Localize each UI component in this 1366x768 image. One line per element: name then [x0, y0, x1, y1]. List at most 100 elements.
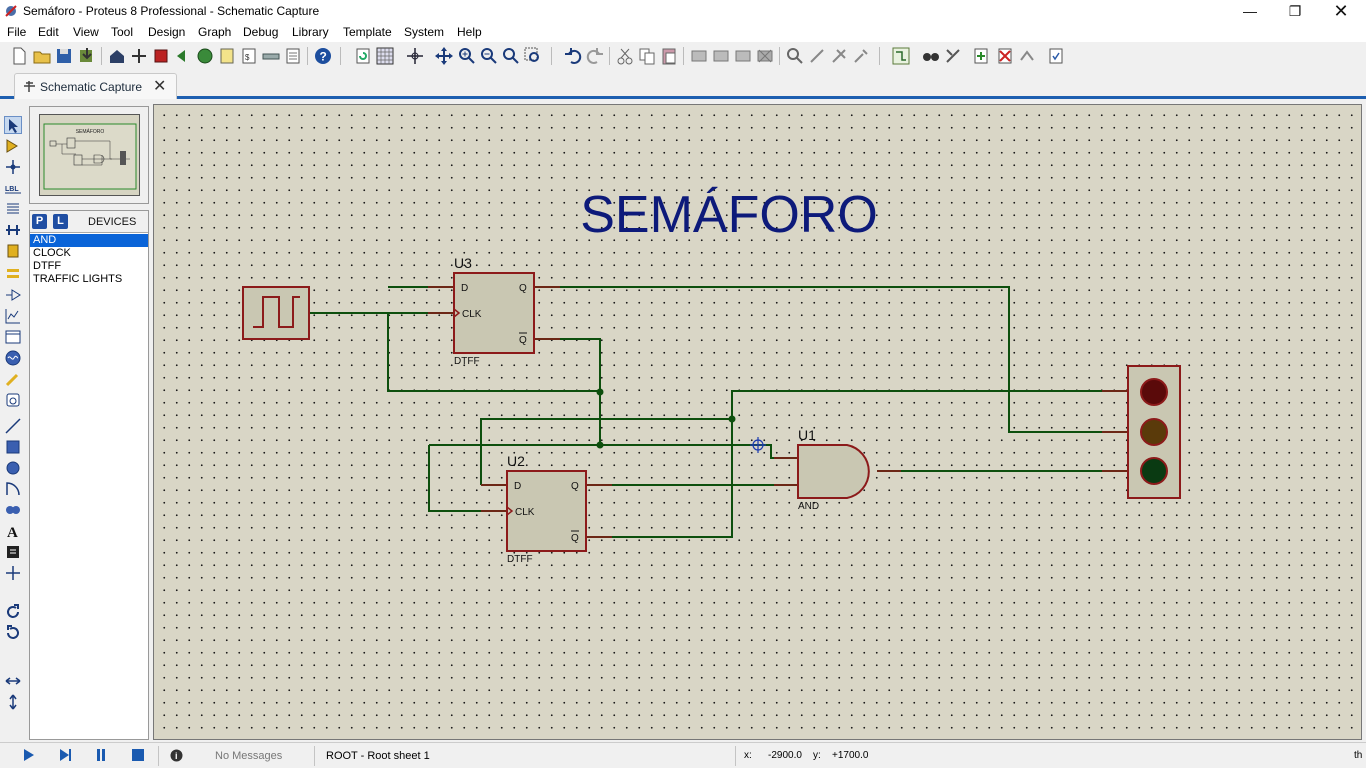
search-tag-icon[interactable] — [921, 46, 941, 66]
circle-tool-icon[interactable] — [4, 459, 22, 477]
home-icon[interactable] — [107, 46, 127, 66]
virtual-instruments-mode-icon[interactable] — [4, 391, 22, 409]
open-folder-icon[interactable] — [32, 46, 52, 66]
menu-tool[interactable]: Tool — [111, 25, 133, 39]
cut-icon[interactable] — [615, 46, 635, 66]
menu-system[interactable]: System — [404, 25, 444, 39]
arc-tool-icon[interactable] — [4, 480, 22, 498]
zoom-area-icon[interactable] — [523, 46, 543, 66]
remove-sheet-icon[interactable] — [995, 46, 1015, 66]
step-icon[interactable] — [58, 748, 72, 762]
marker-tool-icon[interactable] — [4, 564, 22, 582]
source-code-icon[interactable] — [261, 46, 281, 66]
zoom-in-icon[interactable] — [457, 46, 477, 66]
device-pins-mode-icon[interactable] — [4, 286, 22, 304]
block-rotate-icon[interactable] — [733, 46, 753, 66]
menu-help[interactable]: Help — [457, 25, 482, 39]
flip-flop-u2[interactable]: U2 D CLK Q Q DTFF — [481, 453, 612, 565]
design-explorer-icon[interactable] — [217, 46, 237, 66]
pick-devices-button[interactable]: P — [32, 214, 47, 229]
refresh-icon[interactable] — [353, 46, 373, 66]
mirror-vertical-icon[interactable] — [4, 693, 22, 711]
copy-icon[interactable] — [637, 46, 657, 66]
menu-template[interactable]: Template — [343, 25, 392, 39]
device-item-and[interactable]: AND — [30, 234, 148, 247]
wire-u3-q-to-yellow[interactable] — [534, 286, 1128, 433]
symbol-tool-icon[interactable] — [4, 543, 22, 561]
units-status[interactable]: th — [1354, 750, 1362, 761]
3d-visualizer-icon[interactable] — [173, 46, 193, 66]
help-icon[interactable]: ? — [313, 46, 333, 66]
property-assignment-icon[interactable] — [943, 46, 963, 66]
redo-icon[interactable] — [585, 46, 605, 66]
undo-icon[interactable] — [563, 46, 583, 66]
clock-generator[interactable] — [242, 286, 310, 340]
menu-edit[interactable]: Edit — [38, 25, 59, 39]
gerber-viewer-icon[interactable] — [195, 46, 215, 66]
and-gate-u1[interactable]: U1 AND — [774, 427, 901, 512]
rotate-clockwise-icon[interactable] — [4, 603, 22, 621]
decompose-icon[interactable] — [851, 46, 871, 66]
new-file-icon[interactable] — [9, 46, 29, 66]
wire-label-mode-icon[interactable]: LBL — [4, 179, 22, 197]
schematic-icon[interactable] — [129, 46, 149, 66]
device-item-traffic-lights[interactable]: TRAFFIC LIGHTS — [30, 273, 148, 286]
junction-dot[interactable] — [728, 415, 736, 423]
wire-autorouter-icon[interactable] — [891, 46, 911, 66]
flip-flop-u3[interactable]: U3 D CLK Q Q DTFF — [428, 255, 560, 367]
menu-view[interactable]: View — [73, 25, 99, 39]
path-tool-icon[interactable] — [4, 501, 22, 519]
junction-dot[interactable] — [596, 441, 604, 449]
device-item-dtff[interactable]: DTFF — [30, 260, 148, 273]
notes-icon[interactable] — [283, 46, 303, 66]
junction-dot[interactable] — [596, 388, 604, 396]
voltage-probe-mode-icon[interactable] — [4, 370, 22, 388]
junction-dot-mode-icon[interactable] — [4, 158, 22, 176]
pcb-layout-icon[interactable] — [151, 46, 171, 66]
zoom-out-icon[interactable] — [479, 46, 499, 66]
make-device-icon[interactable] — [807, 46, 827, 66]
line-tool-icon[interactable] — [4, 417, 22, 435]
minimize-button[interactable]: — — [1227, 0, 1273, 22]
pan-icon[interactable] — [434, 46, 454, 66]
close-button[interactable]: ✕ — [1318, 0, 1364, 22]
electrical-rule-check-icon[interactable] — [1046, 46, 1066, 66]
menu-library[interactable]: Library — [292, 25, 329, 39]
graph-mode-icon[interactable] — [4, 307, 22, 325]
exit-to-parent-icon[interactable] — [1017, 46, 1037, 66]
paste-icon[interactable] — [659, 46, 679, 66]
rotate-anticlockwise-icon[interactable] — [4, 624, 22, 642]
play-icon[interactable] — [21, 748, 35, 762]
menu-design[interactable]: Design — [148, 25, 185, 39]
buses-mode-icon[interactable] — [4, 221, 22, 239]
tab-schematic-capture[interactable]: Schematic Capture ✕ — [14, 73, 177, 99]
generator-mode-icon[interactable] — [4, 349, 22, 367]
selection-mode-icon[interactable] — [4, 116, 22, 134]
terminals-mode-icon[interactable] — [4, 265, 22, 283]
menu-graph[interactable]: Graph — [198, 25, 231, 39]
overview-window[interactable]: SEMÁFORO — [29, 106, 149, 204]
block-copy-icon[interactable] — [689, 46, 709, 66]
menu-file[interactable]: File — [7, 25, 26, 39]
packaging-tool-icon[interactable] — [829, 46, 849, 66]
tape-recorder-mode-icon[interactable] — [4, 328, 22, 346]
maximize-button[interactable]: ❐ — [1272, 0, 1318, 22]
save-icon[interactable] — [54, 46, 74, 66]
info-icon[interactable]: i — [170, 749, 183, 762]
import-icon[interactable] — [77, 46, 97, 66]
menu-debug[interactable]: Debug — [243, 25, 278, 39]
block-move-icon[interactable] — [711, 46, 731, 66]
wire-u2-clk[interactable] — [428, 445, 507, 512]
library-manager-button[interactable]: L — [53, 214, 68, 229]
zoom-all-icon[interactable] — [501, 46, 521, 66]
pick-parts-icon[interactable] — [785, 46, 805, 66]
text-script-mode-icon[interactable] — [4, 200, 22, 218]
subcircuit-mode-icon[interactable] — [4, 242, 22, 260]
wire-to-and-input-a[interactable] — [429, 444, 798, 459]
toggle-grid-icon[interactable] — [375, 46, 395, 66]
mirror-horizontal-icon[interactable] — [4, 672, 22, 690]
overview-map[interactable]: SEMÁFORO — [39, 114, 140, 196]
bill-of-materials-icon[interactable]: $ — [239, 46, 259, 66]
traffic-lights[interactable] — [1102, 365, 1181, 499]
schematic-editing-window[interactable]: SEMÁFORO U3 D CLK Q Q DTFF U2 D CLK Q Q … — [153, 104, 1362, 740]
